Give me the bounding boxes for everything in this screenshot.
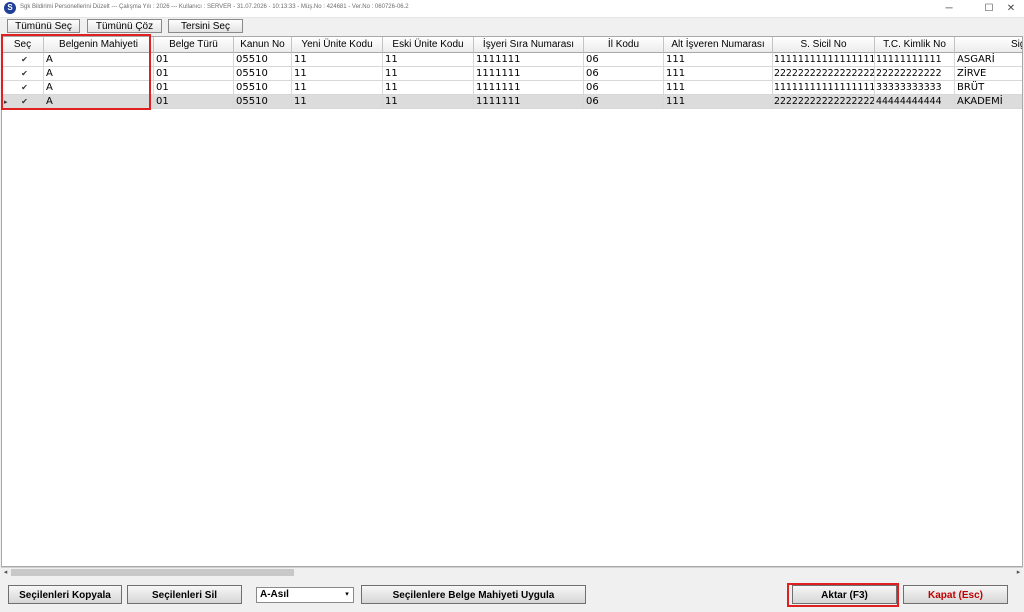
- sigorta-cell[interactable]: AKADEMİ: [955, 95, 1022, 109]
- belge-turu-cell[interactable]: 01: [154, 53, 234, 67]
- sicil-no-cell[interactable]: 1111111111111111111: [773, 53, 875, 67]
- mahiyet-cell[interactable]: A: [44, 67, 154, 81]
- select-all-button[interactable]: Tümünü Seç: [7, 19, 80, 33]
- belge-turu-cell[interactable]: 01: [154, 95, 234, 109]
- tc-kimlik-cell[interactable]: 33333333333: [875, 81, 955, 95]
- il-kodu-cell[interactable]: 06: [584, 81, 664, 95]
- kanun-no-cell[interactable]: 05510: [234, 53, 292, 67]
- mahiyet-cell[interactable]: A: [44, 53, 154, 67]
- current-row-marker-icon: ▸: [4, 98, 8, 106]
- il-kodu-cell[interactable]: 06: [584, 67, 664, 81]
- mahiyet-cell[interactable]: A: [44, 81, 154, 95]
- sicil-no-cell[interactable]: 2222222222222222222: [773, 95, 875, 109]
- col-header-tc-kimlik[interactable]: T.C. Kimlik No: [875, 37, 955, 53]
- sicil-no-cell[interactable]: 1111111111111111111: [773, 81, 875, 95]
- scrollbar-thumb[interactable]: [11, 569, 294, 576]
- col-header-isyeri-sira[interactable]: İşyeri Sıra Numarası: [474, 37, 584, 53]
- combo-value: A-Asıl: [260, 589, 289, 600]
- kanun-no-cell[interactable]: 05510: [234, 95, 292, 109]
- col-header-alt-isveren[interactable]: Alt İşveren Numarası: [664, 37, 773, 53]
- col-header-sicil-no[interactable]: S. Sicil No: [773, 37, 875, 53]
- yeni-unite-cell[interactable]: 11: [292, 95, 383, 109]
- sigorta-cell[interactable]: ZİRVE: [955, 67, 1022, 81]
- apply-mahiyet-button[interactable]: Seçilenlere Belge Mahiyeti Uygula: [361, 585, 586, 604]
- sicil-no-cell[interactable]: 2222222222222222222: [773, 67, 875, 81]
- minimize-button[interactable]: ─: [934, 0, 964, 17]
- alt-isveren-cell[interactable]: 111: [664, 81, 773, 95]
- personnel-grid[interactable]: Seç Belgenin Mahiyeti Belge Türü Kanun N…: [1, 36, 1023, 567]
- alt-isveren-cell[interactable]: 111: [664, 95, 773, 109]
- yeni-unite-cell[interactable]: 11: [292, 67, 383, 81]
- invert-selection-button[interactable]: Tersini Seç: [168, 19, 243, 33]
- yeni-unite-cell[interactable]: 11: [292, 81, 383, 95]
- close-window-button[interactable]: ✕: [996, 0, 1024, 17]
- copy-selected-button[interactable]: Seçilenleri Kopyala: [8, 585, 122, 604]
- col-header-yeni-unite[interactable]: Yeni Ünite Kodu: [292, 37, 383, 53]
- col-header-belge-turu[interactable]: Belge Türü: [154, 37, 234, 53]
- select-cell[interactable]: ✔: [2, 81, 44, 95]
- col-header-eski-unite[interactable]: Eski Ünite Kodu: [383, 37, 474, 53]
- tc-kimlik-cell[interactable]: 22222222222: [875, 67, 955, 81]
- tc-kimlik-cell[interactable]: 44444444444: [875, 95, 955, 109]
- scroll-right-icon[interactable]: ▸: [1014, 568, 1023, 577]
- isyeri-sira-cell[interactable]: 1111111: [474, 53, 584, 67]
- col-header-il-kodu[interactable]: İl Kodu: [584, 37, 664, 53]
- kanun-no-cell[interactable]: 05510: [234, 81, 292, 95]
- isyeri-sira-cell[interactable]: 1111111: [474, 81, 584, 95]
- close-button[interactable]: Kapat (Esc): [903, 585, 1008, 604]
- mahiyet-cell[interactable]: A: [44, 95, 154, 109]
- delete-selected-button[interactable]: Seçilenleri Sil: [127, 585, 242, 604]
- window-title: Sgk Bildirimi Personellerini Düzelt --- …: [20, 4, 409, 10]
- row-checkbox[interactable]: ✔: [20, 83, 29, 92]
- isyeri-sira-cell[interactable]: 1111111: [474, 67, 584, 81]
- chevron-down-icon[interactable]: ▾: [341, 588, 353, 602]
- horizontal-scrollbar[interactable]: ◂ ▸: [1, 567, 1023, 577]
- col-header-sigorta[interactable]: Sigor: [955, 37, 1022, 53]
- eski-unite-cell[interactable]: 11: [383, 81, 474, 95]
- table-row[interactable]: ✔ A 01 05510 11 11 1111111 06 111 111111…: [2, 53, 1022, 67]
- transfer-button[interactable]: Aktar (F3): [792, 585, 897, 604]
- belge-mahiyeti-select[interactable]: A-Asıl ▾: [256, 587, 354, 603]
- alt-isveren-cell[interactable]: 111: [664, 67, 773, 81]
- row-checkbox[interactable]: ✔: [20, 69, 29, 78]
- belge-turu-cell[interactable]: 01: [154, 81, 234, 95]
- deselect-all-button[interactable]: Tümünü Çöz: [87, 19, 162, 33]
- belge-turu-cell[interactable]: 01: [154, 67, 234, 81]
- grid-header-row: Seç Belgenin Mahiyeti Belge Türü Kanun N…: [2, 37, 1022, 53]
- yeni-unite-cell[interactable]: 11: [292, 53, 383, 67]
- row-checkbox[interactable]: ✔: [20, 55, 29, 64]
- tc-kimlik-cell[interactable]: 11111111111: [875, 53, 955, 67]
- table-row[interactable]: ✔ A 01 05510 11 11 1111111 06 111 111111…: [2, 81, 1022, 95]
- scroll-left-icon[interactable]: ◂: [1, 568, 10, 577]
- select-cell[interactable]: ✔: [2, 67, 44, 81]
- isyeri-sira-cell[interactable]: 1111111: [474, 95, 584, 109]
- eski-unite-cell[interactable]: 11: [383, 95, 474, 109]
- col-header-sec[interactable]: Seç: [2, 37, 44, 53]
- il-kodu-cell[interactable]: 06: [584, 53, 664, 67]
- table-row[interactable]: ✔ A 01 05510 11 11 1111111 06 111 222222…: [2, 67, 1022, 81]
- sigorta-cell[interactable]: ASGARİ: [955, 53, 1022, 67]
- sigorta-cell[interactable]: BRÜT: [955, 81, 1022, 95]
- col-header-mahiyet[interactable]: Belgenin Mahiyeti: [44, 37, 154, 53]
- col-header-kanun-no[interactable]: Kanun No: [234, 37, 292, 53]
- eski-unite-cell[interactable]: 11: [383, 67, 474, 81]
- alt-isveren-cell[interactable]: 111: [664, 53, 773, 67]
- select-cell[interactable]: ✔: [2, 53, 44, 67]
- row-checkbox[interactable]: ✔: [20, 97, 29, 106]
- title-bar: S Sgk Bildirimi Personellerini Düzelt --…: [0, 0, 1024, 18]
- select-cell[interactable]: ▸ ✔: [2, 95, 44, 109]
- eski-unite-cell[interactable]: 11: [383, 53, 474, 67]
- table-row-current[interactable]: ▸ ✔ A 01 05510 11 11 1111111 06 111 22222…: [2, 95, 1022, 109]
- app-logo-icon: S: [4, 2, 16, 14]
- il-kodu-cell[interactable]: 06: [584, 95, 664, 109]
- kanun-no-cell[interactable]: 05510: [234, 67, 292, 81]
